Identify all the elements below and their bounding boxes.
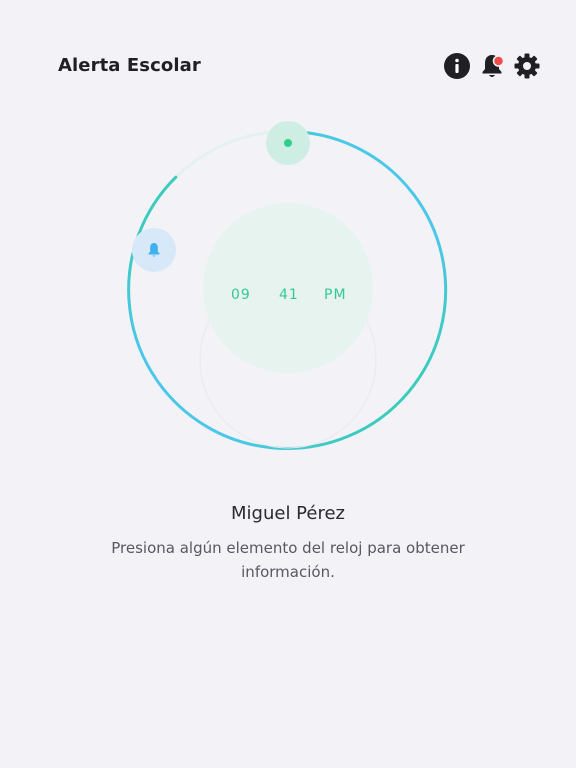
time-display[interactable]: 09 41 PM — [203, 203, 373, 373]
student-name: Miguel Pérez — [231, 503, 345, 524]
notification-dot — [492, 55, 505, 67]
alarm-bell-icon — [148, 243, 160, 257]
app-title: Alerta Escolar — [58, 55, 201, 76]
time-hour[interactable]: 09 — [231, 287, 251, 303]
hint-text: Presiona algún elemento del reloj para o… — [111, 539, 465, 581]
alarm-marker[interactable] — [132, 228, 176, 272]
time-minute[interactable]: 41 — [279, 287, 299, 303]
gear-icon[interactable] — [513, 52, 541, 80]
clock[interactable]: 09 41 PM — [118, 115, 458, 460]
bell-icon[interactable] — [478, 52, 506, 80]
current-time-marker[interactable] — [266, 121, 310, 165]
current-time-dot — [284, 139, 292, 147]
info-icon[interactable] — [443, 52, 471, 80]
time-ampm[interactable]: PM — [324, 287, 347, 303]
